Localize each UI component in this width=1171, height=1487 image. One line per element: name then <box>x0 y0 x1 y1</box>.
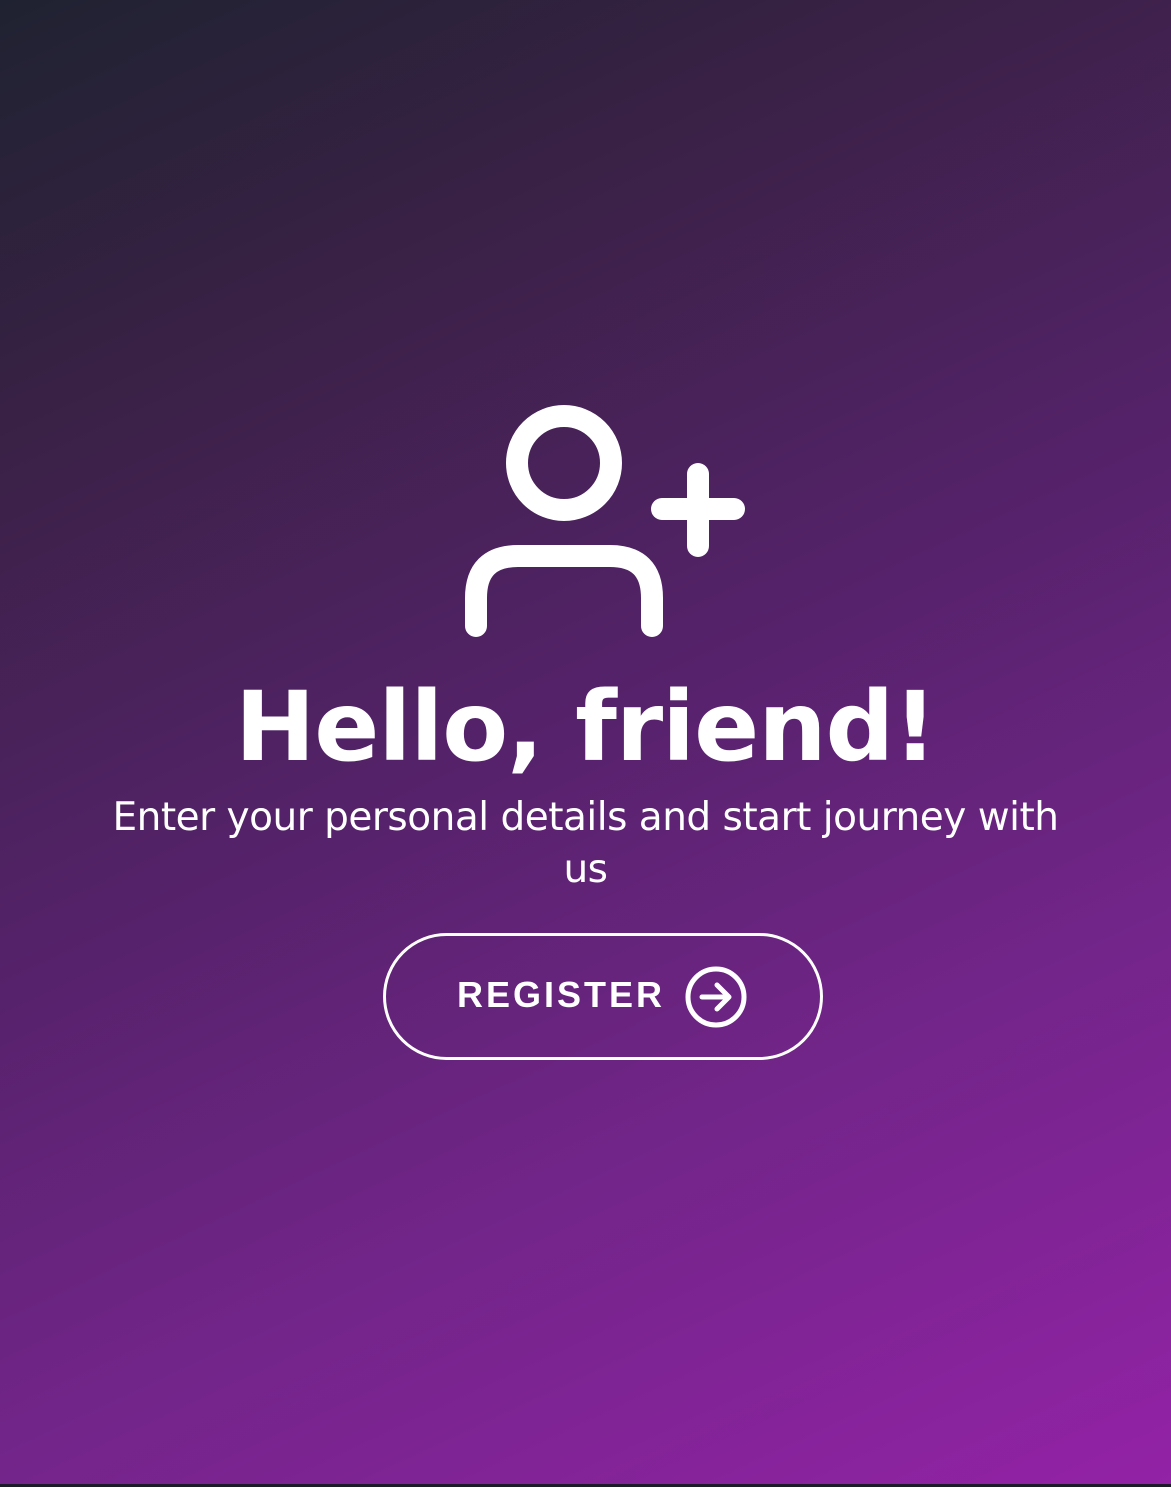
arrow-right-circle-icon <box>685 966 747 1027</box>
register-button-label: REGISTER <box>456 973 666 1015</box>
page-subtitle: Enter your personal details and start jo… <box>112 795 1059 892</box>
page-title: Hello, friend! <box>234 671 937 783</box>
add-user-icon <box>460 400 750 640</box>
welcome-panel: Hello, friend! Enter your personal detai… <box>0 0 1171 1487</box>
register-button[interactable]: REGISTER <box>383 933 823 1060</box>
welcome-content: Hello, friend! Enter your personal detai… <box>0 0 1171 1487</box>
